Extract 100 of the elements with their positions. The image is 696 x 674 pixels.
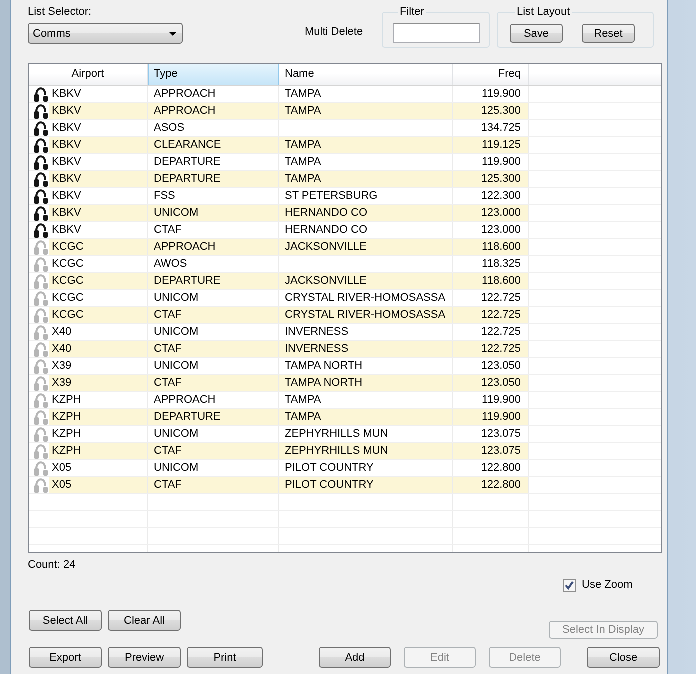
table-cell: TAMPA (279, 137, 453, 153)
table-cell: TAMPA (279, 103, 453, 119)
table-cell-text: X05 (51, 461, 73, 476)
reset-button[interactable]: Reset (582, 24, 635, 43)
table-cell: CTAF (148, 341, 279, 357)
table-cell: KCGC (49, 239, 147, 255)
table-cell: 119.900 (453, 154, 529, 170)
table-cell: 123.000 (453, 222, 529, 238)
table-cell: APPROACH (148, 103, 279, 119)
table-cell: KZPH (49, 409, 147, 425)
list-selector-label: List Selector: (28, 5, 93, 19)
table-cell: TAMPA (279, 86, 453, 102)
table-cell: 134.725 (453, 120, 529, 136)
table-cell: X39 (49, 375, 147, 391)
table-cell: 125.300 (453, 103, 529, 119)
table-cell: 122.300 (453, 188, 529, 204)
table-cell: UNICOM (148, 358, 279, 374)
toolbar-button[interactable]: Preview (108, 647, 181, 668)
table-cell-text: X39 (51, 359, 73, 374)
table-cell: KZPH (49, 443, 147, 459)
table-cell: 118.600 (453, 273, 529, 289)
table-cell: TAMPA NORTH (279, 358, 453, 374)
table-cell-text: KBKV (51, 223, 82, 238)
table-cell: 123.050 (453, 375, 529, 391)
table-cell: ST PETERSBURG (279, 188, 453, 204)
table-cell: UNICOM (148, 426, 279, 442)
table-cell: JACKSONVILLE (279, 273, 453, 289)
table-cell: 123.075 (453, 426, 529, 442)
table-cell-text: KCGC (51, 291, 85, 306)
table-cell: 122.800 (453, 477, 529, 493)
table-cell: ASOS (148, 120, 279, 136)
table-cell: DEPARTURE (148, 171, 279, 187)
table-cell-text: KBKV (51, 87, 82, 102)
column-header[interactable]: Type (148, 64, 279, 85)
table-cell: TAMPA (279, 409, 453, 425)
table-cell: 118.325 (453, 256, 529, 272)
table-cell: X40 (49, 341, 147, 357)
close-button[interactable]: Close (587, 647, 660, 668)
filter-input[interactable] (393, 23, 480, 43)
table-cell: 119.125 (453, 137, 529, 153)
table-cell: ZEPHYRHILLS MUN (279, 443, 453, 459)
table-cell: KCGC (49, 307, 147, 323)
clear-all-button[interactable]: Clear All (108, 610, 181, 631)
table-cell: HERNANDO CO (279, 222, 453, 238)
table-cell: X05 (49, 477, 147, 493)
list-selector-dropdown[interactable]: Comms (28, 23, 183, 44)
caret-icon (169, 32, 177, 36)
table-cell: JACKSONVILLE (279, 239, 453, 255)
table-cell: CTAF (148, 375, 279, 391)
table-cell: 122.725 (453, 324, 529, 340)
count-label: Count: 24 (28, 558, 77, 572)
group-title: Filter (399, 5, 426, 19)
table-cell: CRYSTAL RIVER-HOMOSASSA (279, 307, 453, 323)
table-cell: 119.900 (453, 409, 529, 425)
table-cell: CLEARANCE (148, 137, 279, 153)
table-cell-text: KBKV (51, 155, 82, 170)
table-cell: CTAF (148, 222, 279, 238)
table-cell: UNICOM (148, 290, 279, 306)
edit-action-button[interactable]: Add (319, 647, 391, 668)
table-cell: UNICOM (148, 324, 279, 340)
table-cell: TAMPA NORTH (279, 375, 453, 391)
select-all-button[interactable]: Select All (29, 610, 102, 631)
table-cell: 125.300 (453, 171, 529, 187)
column-header[interactable]: Freq (453, 64, 529, 85)
table-cell: 123.050 (453, 358, 529, 374)
table-cell: 122.725 (453, 341, 529, 357)
table-cell: CTAF (148, 307, 279, 323)
table-cell: HERNANDO CO (279, 205, 453, 221)
table-cell: TAMPA (279, 154, 453, 170)
table-cell: TAMPA (279, 392, 453, 408)
table-cell: CRYSTAL RIVER-HOMOSASSA (279, 290, 453, 306)
table-cell: 123.000 (453, 205, 529, 221)
table-cell: PILOT COUNTRY (279, 477, 453, 493)
toolbar-button[interactable]: Print (187, 647, 263, 668)
table-cell: CTAF (148, 477, 279, 493)
table-cell-text: KBKV (51, 189, 82, 204)
table-cell: ZEPHYRHILLS MUN (279, 426, 453, 442)
table-cell: PILOT COUNTRY (279, 460, 453, 476)
table-cell: DEPARTURE (148, 154, 279, 170)
table-cell: 119.900 (453, 86, 529, 102)
table-cell-text: KBKV (51, 121, 82, 136)
table-cell: 122.800 (453, 460, 529, 476)
table-cell-text: KZPH (51, 393, 82, 408)
table-cell: INVERNESS (279, 341, 453, 357)
table-cell: APPROACH (148, 86, 279, 102)
column-header[interactable]: Name (279, 64, 453, 85)
table-cell: UNICOM (148, 205, 279, 221)
use-zoom-checkbox[interactable]: Use Zoom (563, 578, 633, 592)
group-title: List Layout (516, 5, 572, 19)
table-cell: 123.075 (453, 443, 529, 459)
toolbar-button[interactable]: Export (29, 647, 102, 668)
table-cell: KBKV (49, 171, 147, 187)
table-cell: KBKV (49, 103, 147, 119)
table-cell: INVERNESS (279, 324, 453, 340)
table-cell: DEPARTURE (148, 273, 279, 289)
table-cell-text: KCGC (51, 257, 85, 272)
table-cell: TAMPA (279, 171, 453, 187)
save-button[interactable]: Save (510, 24, 563, 43)
table-cell: KBKV (49, 205, 147, 221)
table-cell: AWOS (148, 256, 279, 272)
